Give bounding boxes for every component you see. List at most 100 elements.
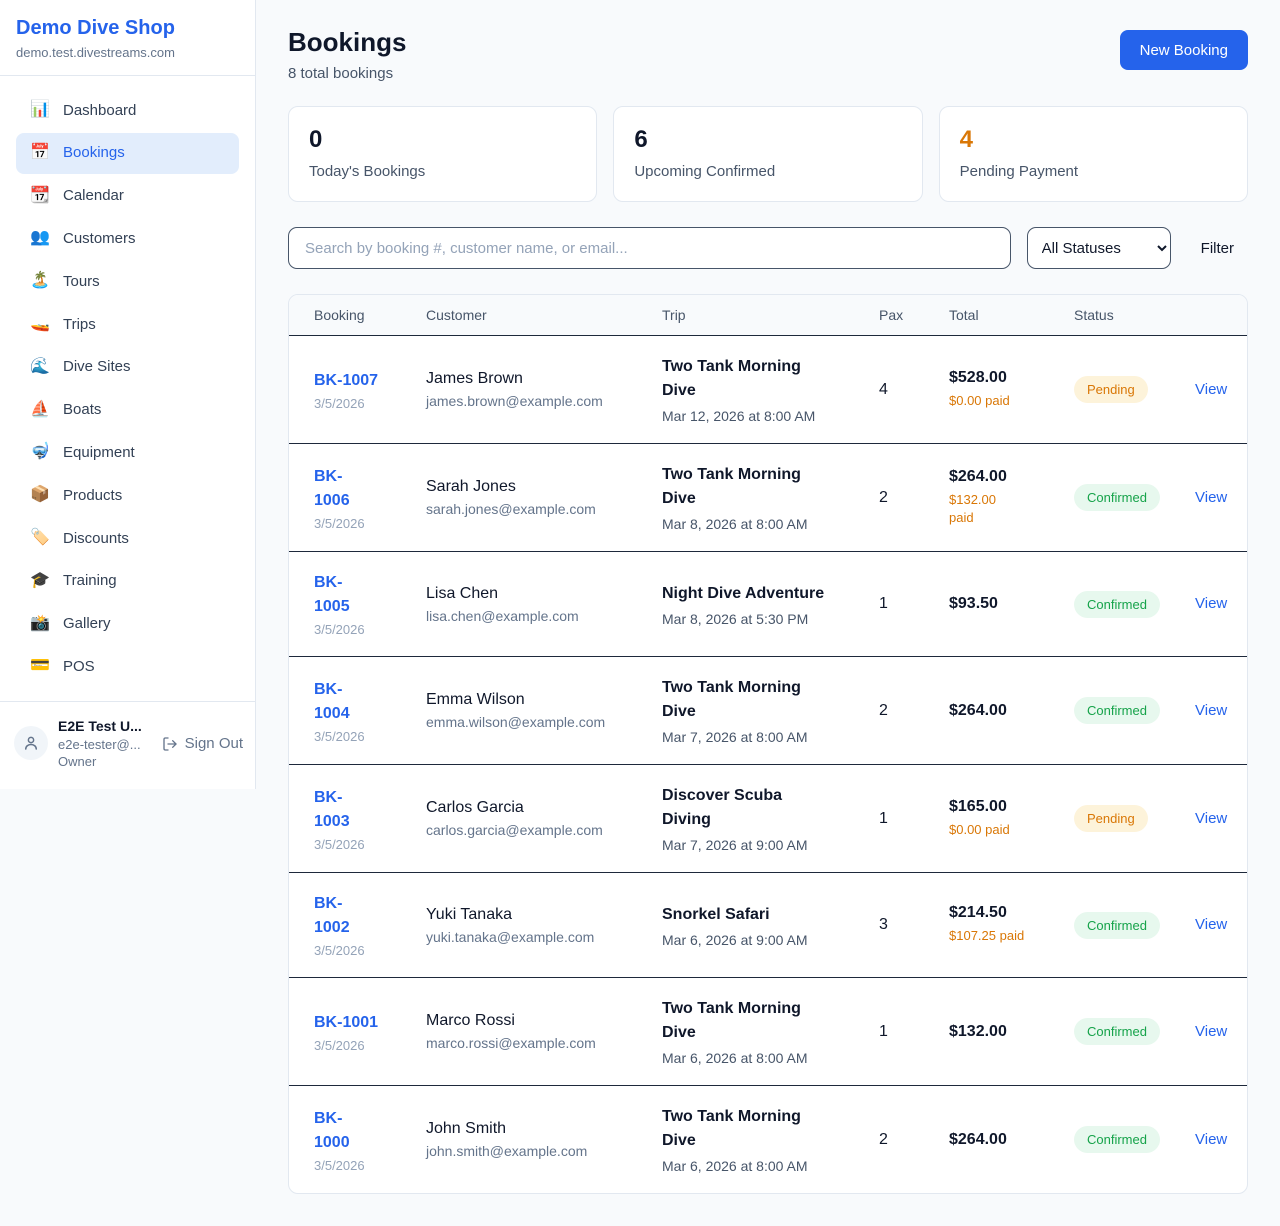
booking-id-link[interactable]: BK-1001 xyxy=(314,1011,378,1035)
customer-cell: Lisa Chen lisa.chen@example.com xyxy=(426,585,662,624)
status-cell: Pending xyxy=(1074,805,1195,832)
sidebar-item-label: Trips xyxy=(63,315,96,335)
col-header-status: Status xyxy=(1074,307,1195,323)
trip-cell: Night Dive Adventure Mar 8, 2026 at 5:30… xyxy=(662,582,879,627)
table-body: BK-1007 3/5/2026 James Brown james.brown… xyxy=(289,336,1247,1193)
status-cell: Pending xyxy=(1074,376,1195,403)
trip-datetime: Mar 6, 2026 at 8:00 AM xyxy=(662,1158,867,1174)
nav-icon: 📸 xyxy=(30,614,50,635)
user-name: E2E Test U... xyxy=(58,718,152,734)
nav-icon: ⛵ xyxy=(30,400,50,421)
total-cell: $132.00 xyxy=(949,1023,1074,1041)
sidebar-item-label: Bookings xyxy=(63,143,125,163)
status-cell: Confirmed xyxy=(1074,1126,1195,1153)
sidebar-item-label: Gallery xyxy=(63,614,111,634)
nav-icon: 🚤 xyxy=(30,314,50,335)
booking-id-link[interactable]: BK-1007 xyxy=(314,369,378,393)
trip-datetime: Mar 7, 2026 at 8:00 AM xyxy=(662,729,867,745)
paid-amount: $0.00 paid xyxy=(949,821,1062,839)
view-link[interactable]: View xyxy=(1195,595,1227,612)
sidebar-item-dive-sites[interactable]: 🌊 Dive Sites xyxy=(16,347,239,388)
nav-icon: 📊 xyxy=(30,100,50,121)
nav-icon: 📦 xyxy=(30,485,50,506)
trip-name: Two Tank Morning Dive xyxy=(662,463,867,511)
view-link[interactable]: View xyxy=(1195,1131,1227,1148)
booking-date: 3/5/2026 xyxy=(314,1038,414,1053)
sidebar-item-discounts[interactable]: 🏷️ Discounts xyxy=(16,518,239,559)
status-cell: Confirmed xyxy=(1074,484,1195,511)
status-filter-select[interactable]: All Statuses xyxy=(1027,227,1171,269)
view-link[interactable]: View xyxy=(1195,381,1227,398)
sidebar-item-tours[interactable]: 🏝️ Tours xyxy=(16,261,239,302)
customer-name: Sarah Jones xyxy=(426,478,650,496)
col-header-customer: Customer xyxy=(426,307,662,323)
view-cell: View xyxy=(1195,702,1247,720)
main-content: Bookings 8 total bookings New Booking 0 … xyxy=(256,0,1280,1226)
sidebar-item-training[interactable]: 🎓 Training xyxy=(16,561,239,602)
booking-id-link[interactable]: BK- 1004 xyxy=(314,678,350,726)
customer-email: marco.rossi@example.com xyxy=(426,1035,650,1051)
filter-button[interactable]: Filter xyxy=(1187,240,1248,257)
total-amount: $132.00 xyxy=(949,1023,1062,1041)
customer-email: yuki.tanaka@example.com xyxy=(426,929,650,945)
booking-id-link[interactable]: BK- 1006 xyxy=(314,465,350,513)
sign-out-icon xyxy=(162,736,178,752)
pax-count: 2 xyxy=(879,489,949,507)
sidebar-item-trips[interactable]: 🚤 Trips xyxy=(16,304,239,345)
booking-cell: BK-1001 3/5/2026 xyxy=(314,1011,426,1053)
sidebar-item-calendar[interactable]: 📆 Calendar xyxy=(16,176,239,217)
view-cell: View xyxy=(1195,489,1247,507)
customer-cell: Yuki Tanaka yuki.tanaka@example.com xyxy=(426,906,662,945)
pax-count: 3 xyxy=(879,916,949,934)
new-booking-button[interactable]: New Booking xyxy=(1120,30,1248,70)
sidebar-item-dashboard[interactable]: 📊 Dashboard xyxy=(16,90,239,131)
view-link[interactable]: View xyxy=(1195,702,1227,719)
nav-icon: 🤿 xyxy=(30,442,50,463)
view-link[interactable]: View xyxy=(1195,916,1227,933)
total-cell: $214.50 $107.25 paid xyxy=(949,904,1074,945)
sign-out-button[interactable]: Sign Out xyxy=(162,735,243,752)
total-cell: $264.00 $132.00 paid xyxy=(949,468,1074,527)
customer-cell: Sarah Jones sarah.jones@example.com xyxy=(426,478,662,517)
search-input[interactable] xyxy=(288,227,1011,269)
nav-icon: 👥 xyxy=(30,228,50,249)
user-email: e2e-tester@... xyxy=(58,737,152,752)
booking-date: 3/5/2026 xyxy=(314,1158,414,1173)
trip-datetime: Mar 6, 2026 at 8:00 AM xyxy=(662,1050,867,1066)
customer-name: John Smith xyxy=(426,1120,650,1138)
nav-icon: 🌊 xyxy=(30,357,50,378)
sidebar-item-pos[interactable]: 💳 POS xyxy=(16,646,239,687)
view-link[interactable]: View xyxy=(1195,810,1227,827)
table-header: Booking Customer Trip Pax Total Status xyxy=(289,295,1247,336)
sidebar-item-boats[interactable]: ⛵ Boats xyxy=(16,390,239,431)
booking-id-link[interactable]: BK- 1000 xyxy=(314,1107,350,1155)
sidebar-item-label: Tours xyxy=(63,272,100,292)
sidebar-item-customers[interactable]: 👥 Customers xyxy=(16,218,239,259)
booking-date: 3/5/2026 xyxy=(314,396,414,411)
page-title-block: Bookings 8 total bookings xyxy=(288,27,406,82)
booking-id-link[interactable]: BK- 1005 xyxy=(314,571,350,619)
sidebar-item-products[interactable]: 📦 Products xyxy=(16,475,239,516)
booking-id-link[interactable]: BK- 1003 xyxy=(314,786,350,834)
customer-email: emma.wilson@example.com xyxy=(426,714,650,730)
sidebar-item-label: Calendar xyxy=(63,186,124,206)
view-link[interactable]: View xyxy=(1195,489,1227,506)
sidebar-item-label: Training xyxy=(63,571,117,591)
trip-cell: Two Tank Morning Dive Mar 8, 2026 at 8:0… xyxy=(662,463,879,532)
nav-icon: 🏝️ xyxy=(30,271,50,292)
booking-id-link[interactable]: BK- 1002 xyxy=(314,892,350,940)
customer-email: carlos.garcia@example.com xyxy=(426,822,650,838)
sidebar-item-equipment[interactable]: 🤿 Equipment xyxy=(16,432,239,473)
status-badge: Confirmed xyxy=(1074,697,1160,724)
view-link[interactable]: View xyxy=(1195,1023,1227,1040)
trip-cell: Two Tank Morning Dive Mar 6, 2026 at 8:0… xyxy=(662,1105,879,1174)
paid-amount: $132.00 paid xyxy=(949,491,1062,527)
sidebar-item-gallery[interactable]: 📸 Gallery xyxy=(16,604,239,645)
status-cell: Confirmed xyxy=(1074,912,1195,939)
booking-cell: BK- 1005 3/5/2026 xyxy=(314,571,426,637)
table-row: BK- 1004 3/5/2026 Emma Wilson emma.wilso… xyxy=(289,657,1247,765)
sidebar-item-label: POS xyxy=(63,657,95,677)
pax-count: 2 xyxy=(879,702,949,720)
sidebar-item-bookings[interactable]: 📅 Bookings xyxy=(16,133,239,174)
customer-email: lisa.chen@example.com xyxy=(426,608,650,624)
